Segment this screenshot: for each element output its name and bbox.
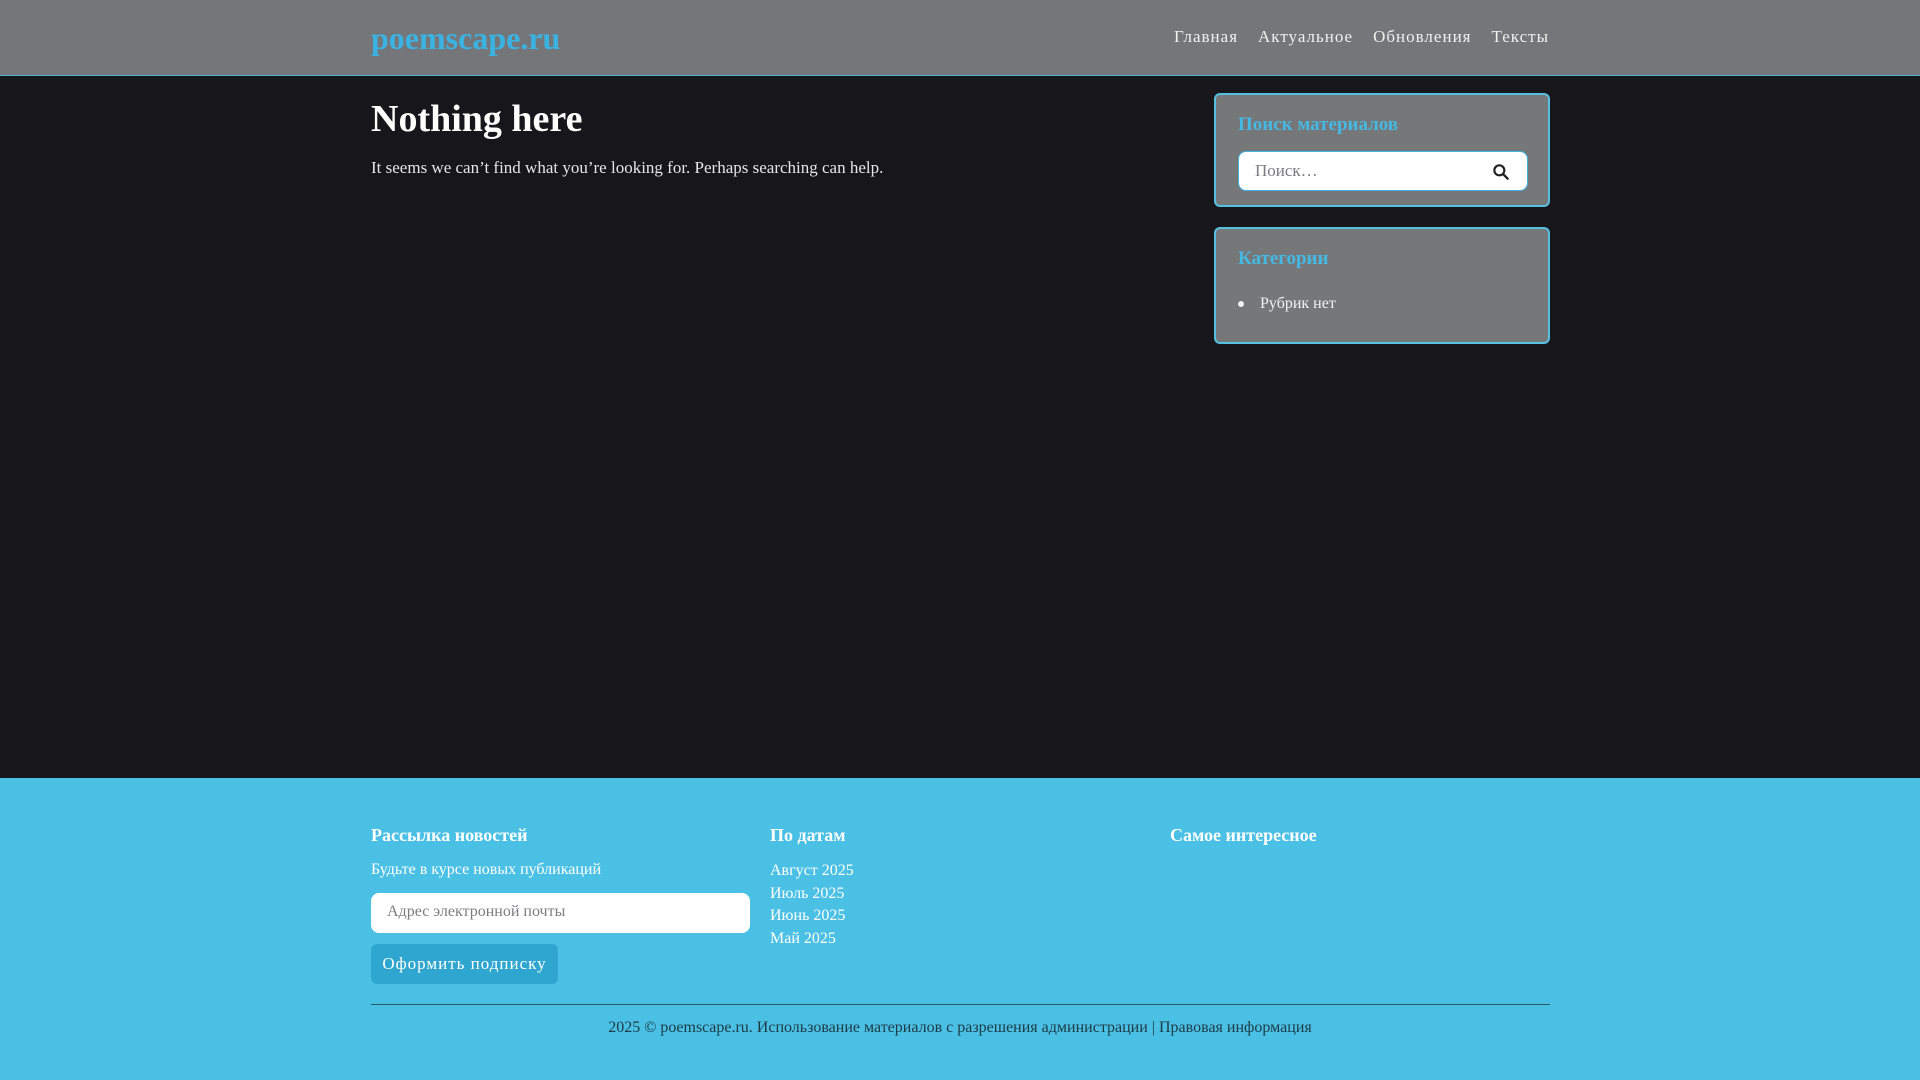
footer-divider [371,1004,1550,1005]
nav-item-home[interactable]: Главная [1174,25,1238,49]
newsletter-title: Рассылка новостей [371,825,528,845]
site-logo-link[interactable]: poemscape.ru [371,19,560,57]
archive-item-may[interactable]: Май 2025 [770,928,854,951]
copyright-text: 2025 © poemscape.ru. Использование матер… [608,1019,1312,1036]
popular-title: Самое интересное [1170,825,1317,845]
nav-item-actual[interactable]: Актуальное [1258,25,1353,49]
search-placeholder: Поиск… [1255,161,1318,180]
nav-item-updates[interactable]: Обновления [1373,25,1471,49]
categories-widget: Категории Рубрик нет [1214,227,1550,344]
search-widget-title: Поиск материалов [1238,114,1399,135]
site-header: poemscape.ru Главная Актуальное Обновлен… [0,0,1920,76]
email-placeholder: Адрес электронной почты [387,903,566,920]
archive-item-july[interactable]: Июль 2025 [770,883,854,906]
page-title: Nothing here [371,98,583,140]
subscribe-button[interactable]: Оформить подписку [371,944,558,984]
main-nav: Главная Актуальное Обновления Тексты [1174,25,1549,49]
archive-list: Август 2025 Июль 2025 Июнь 2025 Май 2025 [770,860,854,950]
archive-item-august[interactable]: Август 2025 [770,860,854,883]
search-input[interactable]: Поиск… [1238,151,1528,191]
category-item: Рубрик нет [1238,294,1336,314]
search-icon[interactable] [1491,162,1511,182]
bullet-icon [1238,301,1244,307]
nav-item-texts[interactable]: Тексты [1491,25,1549,49]
archive-title: По датам [770,825,846,845]
page-message: It seems we can’t find what you’re looki… [371,158,884,177]
site-footer: Рассылка новостей Будьте в курсе новых п… [0,778,1920,1080]
search-widget: Поиск материалов Поиск… [1214,93,1550,207]
archive-item-june[interactable]: Июнь 2025 [770,905,854,928]
email-field[interactable]: Адрес электронной почты [371,893,750,933]
categories-widget-title: Категории [1238,248,1329,269]
category-item-label: Рубрик нет [1260,295,1336,312]
newsletter-subtitle: Будьте в курсе новых публикаций [371,861,602,878]
